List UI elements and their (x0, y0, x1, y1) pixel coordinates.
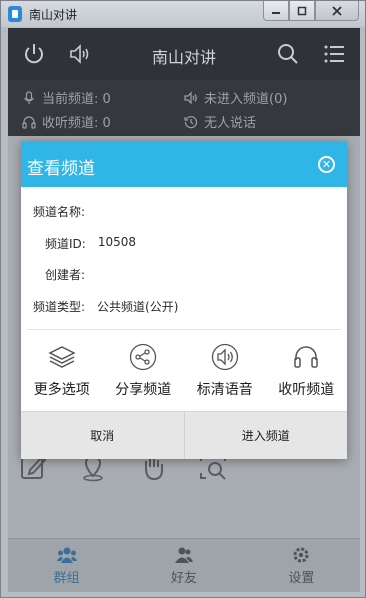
speaking-status: 无人说话 (184, 112, 256, 131)
friends-icon (174, 547, 193, 563)
listening-status: 收听频道: 0 (22, 112, 111, 131)
history-icon (184, 115, 198, 128)
close-window-button[interactable] (315, 1, 359, 21)
nav-label-groups: 群组 (53, 570, 80, 586)
channel-type-label: 频道类型: (33, 300, 86, 314)
current-channel-text: 当前频道: 0 (42, 92, 111, 107)
window-title: 南山对讲 (29, 8, 78, 22)
dialog-divider (27, 329, 341, 330)
dialog-close-button[interactable]: ✕ (318, 156, 335, 173)
channel-id-label: 频道ID: (45, 237, 86, 251)
app-logo-icon (8, 6, 22, 22)
listen-channel-label: 收听频道 (278, 382, 335, 398)
nav-item-friends[interactable]: 好友 (125, 539, 242, 592)
maximize-icon (297, 6, 307, 15)
headphones-small-icon (22, 115, 36, 129)
window-titlebar[interactable]: 南山对讲 (1, 1, 365, 27)
close-icon (332, 5, 342, 16)
nav-item-groups[interactable]: 群组 (8, 539, 125, 592)
gear-icon (293, 547, 309, 562)
nav-label-settings: 设置 (288, 570, 315, 586)
standard-voice-button[interactable]: 标清语音 (184, 343, 266, 403)
dialog-actions: 更多选项 分享频道 标清语音 收听频道 (21, 343, 347, 403)
cancel-button[interactable]: 取消 (21, 412, 185, 459)
more-options-label: 更多选项 (33, 382, 90, 398)
app-title: 南山对讲 (151, 48, 216, 67)
not-joined-status: 未进入频道(0) (184, 88, 287, 107)
close-icon: ✕ (321, 158, 332, 171)
current-channel-status: 当前频道: 0 (22, 88, 111, 107)
listening-text: 收听频道: 0 (42, 116, 111, 131)
share-icon (130, 343, 157, 371)
speaking-text: 无人说话 (204, 116, 257, 131)
dialog-footer: 取消 进入频道 (21, 411, 347, 459)
headphones-icon (294, 346, 318, 368)
channel-name-row: 频道名称: (33, 203, 97, 220)
creator-row: 创建者: (45, 266, 97, 283)
nav-label-friends: 好友 (170, 570, 197, 586)
speaker-icon (211, 343, 238, 371)
share-channel-button[interactable]: 分享频道 (103, 343, 185, 403)
view-channel-dialog: 查看频道 ✕ 频道名称: 频道ID: 10508 创建者: 频道类型: 公共频道… (21, 141, 347, 459)
bottom-navigation: 群组 好友 设置 (8, 538, 360, 592)
maximize-button[interactable] (289, 1, 315, 21)
dialog-header: 查看频道 ✕ (21, 141, 347, 187)
layers-icon (48, 346, 76, 368)
speaker-small-icon (184, 91, 197, 104)
listen-channel-button[interactable]: 收听频道 (266, 343, 348, 403)
channel-id-row: 频道ID: 10508 (45, 235, 136, 252)
enter-channel-button[interactable]: 进入频道 (185, 412, 348, 459)
group-icon (56, 547, 77, 563)
status-panel: 当前频道: 0 未进入频道(0) 收听频道: 0 无人说话 (8, 80, 360, 136)
list-icon[interactable] (322, 42, 346, 66)
share-channel-label: 分享频道 (115, 382, 172, 398)
channel-type-row: 频道类型: 公共频道(公开) (33, 298, 178, 315)
app-header: 南山对讲 (8, 28, 360, 80)
creator-label: 创建者: (45, 268, 86, 282)
channel-name-label: 频道名称: (33, 205, 86, 219)
microphone-icon (24, 90, 34, 104)
window-controls (263, 1, 359, 21)
minimize-icon (272, 11, 280, 14)
more-options-button[interactable]: 更多选项 (21, 343, 103, 403)
channel-type-value: 公共频道(公开) (97, 300, 179, 314)
channel-id-value: 10508 (97, 235, 137, 249)
not-joined-text: 未进入频道(0) (204, 92, 288, 107)
minimize-button[interactable] (263, 1, 289, 21)
dialog-title: 查看频道 (27, 159, 95, 179)
search-icon[interactable] (276, 42, 300, 66)
app-window: 南山对讲 南山对讲 当前频道: 0 未进入频道(0) 收听频道: 0 无人说话 … (0, 0, 366, 598)
nav-item-settings[interactable]: 设置 (243, 539, 360, 592)
standard-voice-label: 标清语音 (196, 382, 253, 398)
